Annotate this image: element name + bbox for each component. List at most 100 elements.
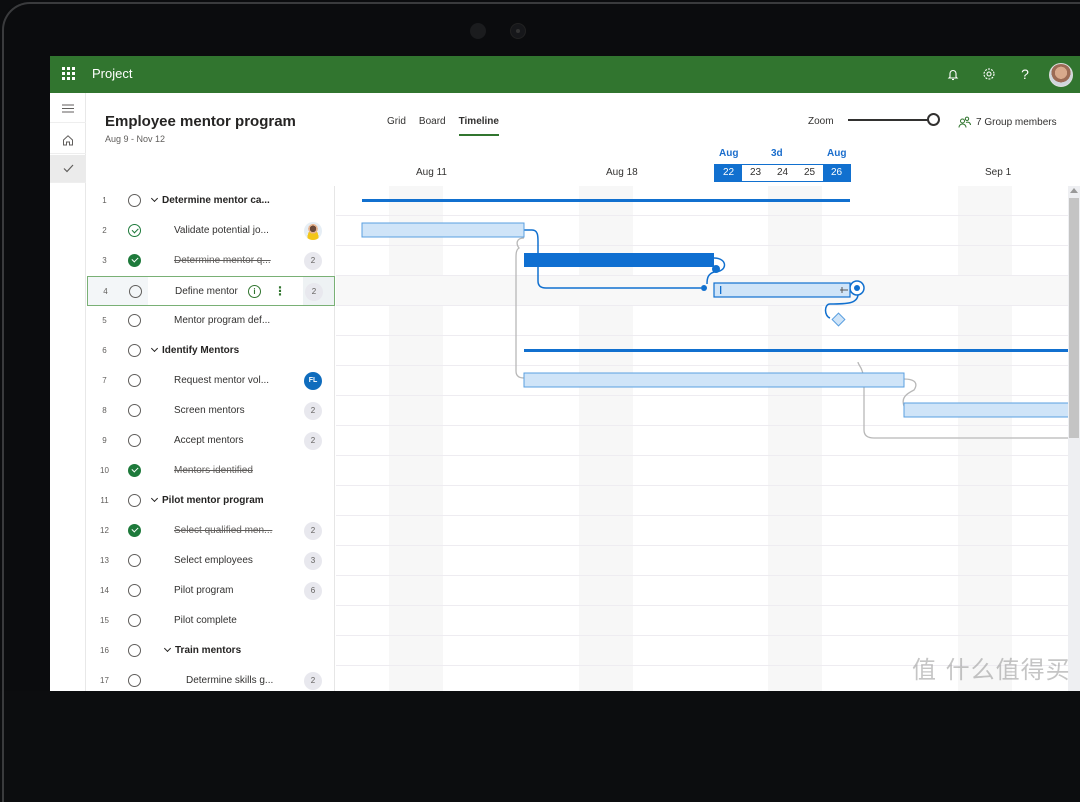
task-checkbox[interactable] (128, 224, 141, 237)
selection-day: 24 (776, 167, 789, 178)
tab-timeline[interactable]: Timeline (458, 116, 500, 136)
assignee-count-badge[interactable]: 2 (304, 522, 322, 540)
assignee-count-badge[interactable]: 6 (304, 582, 322, 600)
task-checkbox[interactable] (129, 285, 142, 298)
help-icon[interactable]: ? (1016, 65, 1034, 83)
date-label: Sep 1 (985, 167, 1012, 178)
group-name[interactable]: Identify Mentors (150, 344, 239, 356)
assignee-count-badge[interactable]: 3 (304, 552, 322, 570)
task-checkbox[interactable] (128, 374, 141, 387)
task-row[interactable]: 7 Request mentor vol... FL (87, 366, 335, 396)
assignee-count-badge[interactable]: 2 (304, 402, 322, 420)
chevron-down-icon[interactable] (150, 194, 159, 203)
task-checkbox[interactable] (128, 554, 141, 567)
assignee-count-badge[interactable]: 2 (304, 432, 322, 450)
task-name[interactable]: Mentor program def... (174, 315, 270, 326)
task-name[interactable]: Determine mentor q... (174, 255, 271, 266)
task-name[interactable]: Accept mentors (174, 435, 243, 446)
task-row[interactable]: 1 Determine mentor ca... (87, 186, 335, 216)
task-row[interactable]: 11 Pilot mentor program (87, 486, 335, 516)
chevron-down-icon[interactable] (150, 344, 159, 353)
home-icon (63, 134, 73, 145)
task-row[interactable]: 6 Identify Mentors (87, 336, 335, 366)
task-checkbox[interactable] (128, 494, 141, 507)
task-name-text: Screen mentors (174, 405, 245, 416)
assignee-count-badge[interactable]: 2 (304, 672, 322, 690)
tab-grid[interactable]: Grid (387, 116, 406, 133)
group-name[interactable]: Pilot mentor program (150, 494, 264, 506)
task-row[interactable]: 17 Determine skills g... 2 (87, 666, 335, 691)
task-row[interactable]: 8 Screen mentors 2 (87, 396, 335, 426)
more-options-icon[interactable]: ⋮ (274, 284, 286, 298)
task-row[interactable]: 14 Pilot program 6 (87, 576, 335, 606)
group-name[interactable]: Determine mentor ca... (150, 194, 270, 206)
task-checkbox[interactable] (128, 614, 141, 627)
task-checkbox[interactable] (128, 404, 141, 417)
task-row[interactable]: 2 Validate potential jo... (87, 216, 335, 246)
task-name[interactable]: Pilot complete (174, 615, 237, 626)
task-name[interactable]: Determine skills g... (186, 675, 273, 686)
task-bar-selected[interactable] (713, 282, 851, 298)
group-members-button[interactable]: 7 Group members (958, 116, 1057, 128)
task-name[interactable]: Define mentor (175, 286, 238, 297)
task-row[interactable]: 4 Define mentor i ⋮ 2 (87, 276, 335, 306)
task-row[interactable]: 3 Determine mentor q... 2 (87, 246, 335, 276)
group-name[interactable]: Train mentors (163, 644, 241, 656)
assignee-count-badge[interactable]: 2 (305, 283, 323, 301)
date-label: Aug 11 (416, 167, 447, 178)
waffle-icon[interactable] (62, 67, 75, 80)
row-number: 14 (100, 586, 109, 595)
date-selection-range[interactable]: 22 23 24 25 26 (714, 164, 851, 182)
dependency-line (515, 237, 525, 379)
task-name[interactable]: Select employees (174, 555, 253, 566)
task-name-text: Select employees (174, 555, 253, 566)
task-name[interactable]: Validate potential jo... (174, 225, 269, 236)
row-number: 2 (102, 226, 107, 235)
task-checkbox[interactable] (128, 434, 141, 447)
app-screen: Project ? Employee mentor program Aug 9 … (50, 56, 1080, 691)
task-checkbox[interactable] (128, 314, 141, 327)
task-name-text: Validate potential jo... (174, 225, 269, 236)
vertical-scrollbar[interactable] (1068, 186, 1080, 691)
summary-bar (524, 349, 1068, 352)
assignee-count-badge[interactable]: 2 (304, 252, 322, 270)
task-name[interactable]: Request mentor vol... (174, 375, 269, 386)
task-row[interactable]: 5 Mentor program def... (87, 306, 335, 336)
info-icon[interactable]: i (248, 285, 261, 298)
menu-button[interactable] (50, 95, 86, 123)
completed-checkbox[interactable] (128, 524, 141, 537)
task-checkbox[interactable] (128, 674, 141, 687)
task-row[interactable]: 15 Pilot complete (87, 606, 335, 636)
completed-checkbox[interactable] (128, 254, 141, 267)
zoom-slider[interactable] (848, 119, 932, 121)
scroll-up-arrow[interactable] (1070, 188, 1078, 193)
scrollbar-thumb[interactable] (1069, 198, 1079, 438)
task-row[interactable]: 16 Train mentors (87, 636, 335, 666)
task-checkbox[interactable] (128, 584, 141, 597)
task-name[interactable]: Mentors identified (174, 465, 253, 476)
task-name[interactable]: Pilot program (174, 585, 233, 596)
task-checkbox[interactable] (128, 344, 141, 357)
task-checkbox[interactable] (128, 644, 141, 657)
task-name-text: Pilot mentor program (162, 495, 264, 506)
task-row[interactable]: 12 Select qualified men... 2 (87, 516, 335, 546)
zoom-slider-thumb[interactable] (927, 113, 940, 126)
task-row[interactable]: 13 Select employees 3 (87, 546, 335, 576)
bell-icon[interactable] (944, 65, 962, 83)
task-name[interactable]: Screen mentors (174, 405, 245, 416)
tasks-button[interactable] (50, 155, 86, 183)
user-avatar[interactable] (1049, 63, 1073, 87)
home-button[interactable] (50, 126, 86, 154)
device-frame: Project ? Employee mentor program Aug 9 … (0, 0, 1080, 802)
task-row[interactable]: 9 Accept mentors 2 (87, 426, 335, 456)
completed-checkbox[interactable] (128, 464, 141, 477)
chevron-down-icon[interactable] (150, 494, 159, 503)
task-name[interactable]: Select qualified men... (174, 525, 272, 536)
tab-board[interactable]: Board (419, 116, 446, 133)
chevron-down-icon[interactable] (163, 644, 172, 653)
assignee-initials-avatar[interactable]: FL (304, 372, 322, 390)
assignee-avatar[interactable] (304, 222, 322, 240)
gear-icon[interactable] (980, 65, 998, 83)
task-row[interactable]: 10 Mentors identified (87, 456, 335, 486)
task-checkbox[interactable] (128, 194, 141, 207)
